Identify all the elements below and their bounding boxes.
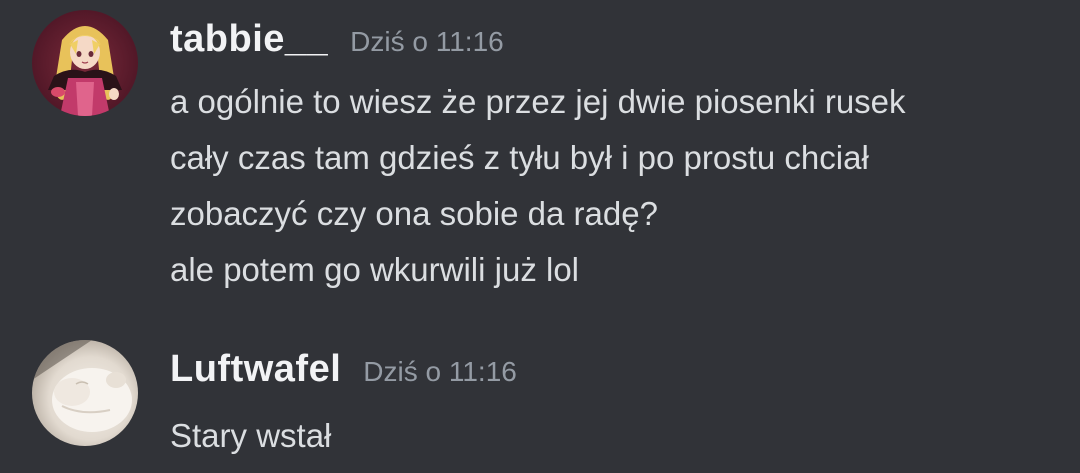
avatar[interactable] <box>32 10 138 116</box>
message-item[interactable]: Luftwafel Dziś o 11:16 Stary wstał <box>0 330 1080 473</box>
avatar[interactable] <box>32 340 138 446</box>
message-content: Stary wstał <box>170 408 1050 464</box>
message-text-line: cały czas tam gdzieś z tyłu był i po pro… <box>170 139 869 176</box>
chat-message-list: tabbie__ Dziś o 11:16 a ogólnie to wiesz… <box>0 0 1080 473</box>
message-text-line: ale potem go wkurwili już lol <box>170 251 580 288</box>
username[interactable]: tabbie__ <box>170 18 328 61</box>
message-header: Luftwafel Dziś o 11:16 <box>170 348 517 398</box>
timestamp: Dziś o 11:16 <box>350 26 504 57</box>
message-text-line: zobaczyć czy ona sobie da radę? <box>170 195 658 232</box>
message-text-line: a ogólnie to wiesz że przez jej dwie pio… <box>170 83 906 120</box>
message-header: tabbie__ Dziś o 11:16 <box>170 18 504 68</box>
avatar-image-white-cat <box>32 340 138 446</box>
avatar-image-anime-character <box>32 10 138 116</box>
timestamp: Dziś o 11:16 <box>363 356 517 387</box>
message-item[interactable]: tabbie__ Dziś o 11:16 a ogólnie to wiesz… <box>0 0 1080 320</box>
username[interactable]: Luftwafel <box>170 348 341 391</box>
message-text-line: Stary wstał <box>170 417 332 454</box>
message-content: a ogólnie to wiesz że przez jej dwie pio… <box>170 74 1050 298</box>
